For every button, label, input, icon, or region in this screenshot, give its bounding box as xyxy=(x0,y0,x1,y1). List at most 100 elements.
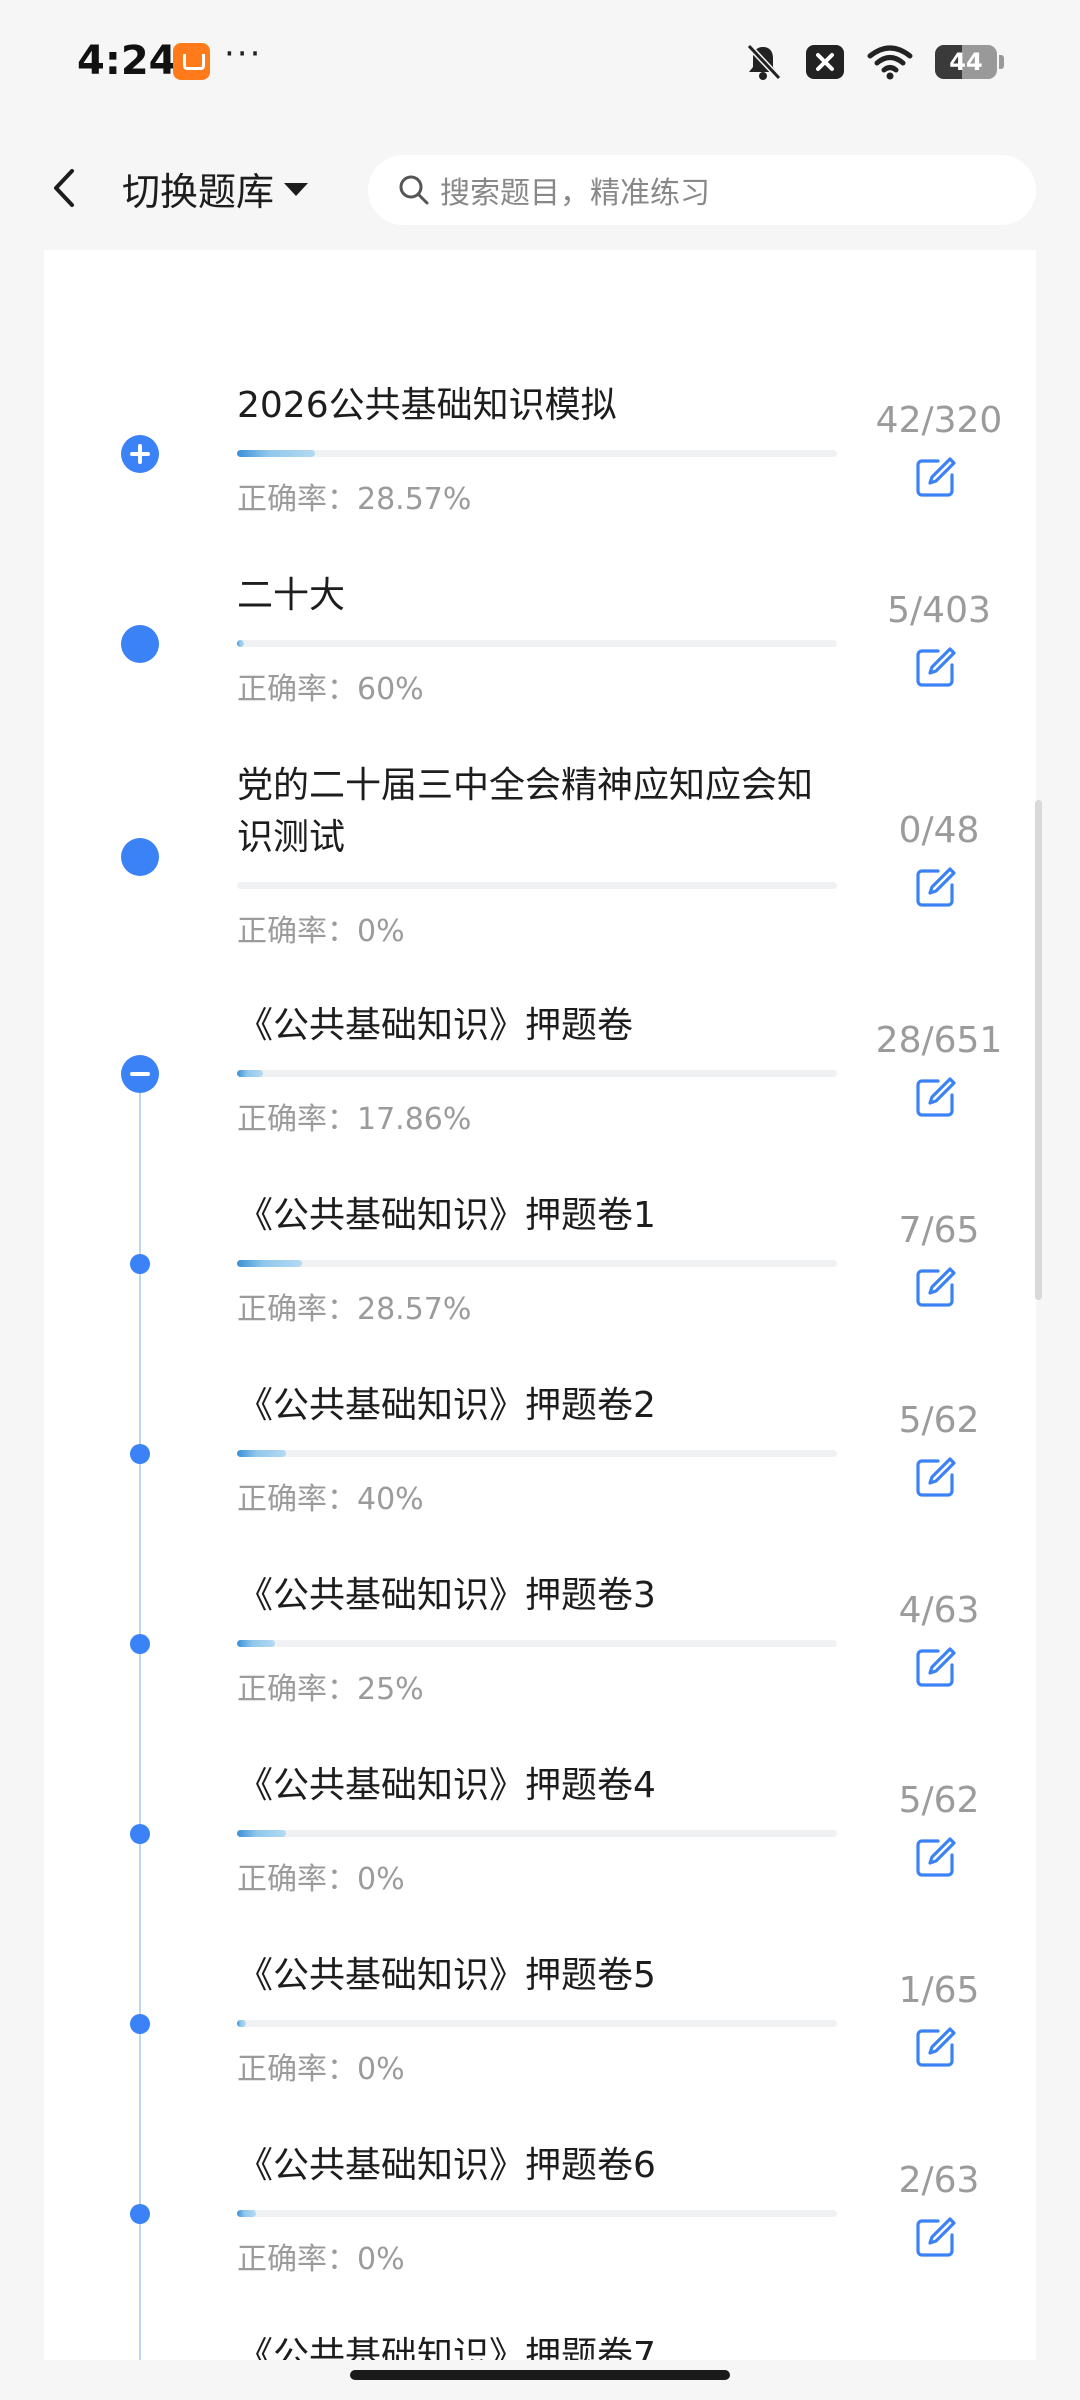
caret-down-icon xyxy=(284,182,309,196)
progress-bar xyxy=(237,1640,837,1647)
edit-icon[interactable] xyxy=(914,645,958,689)
edit-icon[interactable] xyxy=(914,1645,958,1689)
question-bank-list: 正确率：0%2026公共基础知识模拟正确率：28.57%42/320二十大正确率… xyxy=(44,250,1036,2360)
edit-icon[interactable] xyxy=(914,1075,958,1119)
wifi-icon xyxy=(867,45,913,80)
progress-fill xyxy=(237,1260,302,1267)
battery-indicator: 44 xyxy=(935,45,997,79)
accuracy-text: 正确率：17.86% xyxy=(237,1102,472,1137)
timeline-dot xyxy=(130,1254,150,1274)
item-title: 《公共基础知识》押题卷4 xyxy=(237,1765,656,1806)
progress-fill xyxy=(237,450,315,457)
collapse-icon[interactable] xyxy=(121,1055,159,1093)
accuracy-text: 正确率：0% xyxy=(237,914,405,949)
question-count: 28/651 xyxy=(875,1020,1003,1061)
timeline-dot xyxy=(130,1634,150,1654)
timeline-dot xyxy=(130,2014,150,2034)
timeline-dot xyxy=(130,1824,150,1844)
timeline-dot xyxy=(121,838,159,876)
progress-bar xyxy=(237,1450,837,1457)
question-count: 42/320 xyxy=(875,400,1003,441)
edit-icon[interactable] xyxy=(914,2215,958,2259)
progress-bar xyxy=(237,640,837,647)
accuracy-text: 正确率：0% xyxy=(237,1862,405,1897)
progress-fill xyxy=(237,1070,263,1077)
search-placeholder: 搜索题目，精准练习 xyxy=(440,176,710,211)
edit-icon[interactable] xyxy=(914,455,958,499)
progress-bar xyxy=(237,2020,837,2027)
system-icons: 44 xyxy=(743,40,1004,84)
timeline-dot xyxy=(130,2204,150,2224)
edit-icon[interactable] xyxy=(914,1835,958,1879)
accuracy-text: 正确率：60% xyxy=(237,672,424,707)
list-item[interactable]: 《公共基础知识》押题卷3 正确率：25% 4/63 xyxy=(44,1570,1036,1760)
battery-level: 44 xyxy=(949,48,983,76)
more-notifications-icon: ··· xyxy=(224,34,263,74)
progress-fill xyxy=(237,1640,275,1647)
question-count: 4/63 xyxy=(898,1590,980,1631)
item-title: 《公共基础知识》押题卷3 xyxy=(237,1575,656,1616)
progress-bar xyxy=(237,1830,837,1837)
progress-bar xyxy=(237,450,837,457)
accuracy-text: 正确率：0% xyxy=(237,2052,405,2087)
progress-bar xyxy=(237,1260,837,1267)
list-item[interactable]: 《公共基础知识》押题卷2 正确率：40% 5/62 xyxy=(44,1380,1036,1570)
question-count: 5/403 xyxy=(887,590,991,631)
question-count: 5/62 xyxy=(898,1400,980,1441)
accuracy-text: 正确率：0% xyxy=(237,2242,405,2277)
progress-fill xyxy=(237,1830,286,1837)
back-icon[interactable] xyxy=(44,163,84,213)
accuracy-text: 正确率：28.57% xyxy=(237,482,472,517)
home-indicator[interactable] xyxy=(350,2370,730,2380)
list-item[interactable]: 2026公共基础知识模拟正确率：28.57% 42/320 xyxy=(44,380,1036,570)
question-count: 2/63 xyxy=(898,2160,980,2201)
question-count: 1/65 xyxy=(898,1970,980,2011)
search-input[interactable]: 搜索题目，精准练习 xyxy=(368,155,1036,225)
scrollbar[interactable] xyxy=(1035,800,1042,1300)
edit-icon[interactable] xyxy=(914,865,958,909)
question-count: 0/48 xyxy=(898,810,980,851)
expand-icon[interactable] xyxy=(121,435,159,473)
item-title: 二十大 xyxy=(237,575,346,616)
progress-fill xyxy=(237,2210,257,2217)
list-item[interactable]: 《公共基础知识》押题卷1 正确率：28.57% 7/65 xyxy=(44,1190,1036,1380)
list-item[interactable]: 正确率：0% xyxy=(44,250,1036,350)
progress-bar xyxy=(237,1070,837,1077)
edit-icon[interactable] xyxy=(914,1455,958,1499)
shopping-app-notification-icon xyxy=(173,43,210,80)
list-item[interactable]: 党的二十届三中全会精神应知应会知识测试正确率：0% 0/48 xyxy=(44,760,1036,950)
item-title: 《公共基础知识》押题卷1 xyxy=(237,1195,656,1236)
item-title: 《公共基础知识》押题卷7 xyxy=(237,2335,656,2360)
top-nav-bar: 切换题库 搜索题目，精准练习 xyxy=(0,125,1080,250)
bell-muted-icon xyxy=(746,43,782,81)
timeline-dot xyxy=(130,1444,150,1464)
item-title: 《公共基础知识》押题卷 xyxy=(237,1005,634,1046)
close-box-icon xyxy=(806,45,844,79)
switch-question-bank-label: 切换题库 xyxy=(122,169,275,214)
progress-fill xyxy=(237,640,245,647)
item-title: 《公共基础知识》押题卷5 xyxy=(237,1955,656,1996)
list-item[interactable]: 《公共基础知识》押题卷5 正确率：0% 1/65 xyxy=(44,1950,1036,2140)
question-count: 5/62 xyxy=(898,1780,980,1821)
status-bar: 4:24 ··· 44 xyxy=(0,0,1080,125)
progress-fill xyxy=(237,1450,286,1457)
switch-question-bank-button[interactable]: 切换题库 xyxy=(122,161,309,215)
accuracy-text: 正确率：28.57% xyxy=(237,1292,472,1327)
list-item[interactable]: 《公共基础知识》押题卷4 正确率：0% 5/62 xyxy=(44,1760,1036,1950)
progress-fill xyxy=(237,2020,246,2027)
progress-bar xyxy=(237,2210,837,2217)
list-item[interactable]: 《公共基础知识》押题卷正确率：17.86% 28/651 xyxy=(44,1000,1036,1190)
edit-icon[interactable] xyxy=(914,2025,958,2069)
question-count: 7/65 xyxy=(898,1210,980,1251)
accuracy-text: 正确率：40% xyxy=(237,1482,424,1517)
status-time: 4:24 xyxy=(77,38,177,84)
item-title: 《公共基础知识》押题卷6 xyxy=(237,2145,656,2186)
edit-icon[interactable] xyxy=(914,1265,958,1309)
timeline-dot xyxy=(121,625,159,663)
list-item[interactable]: 《公共基础知识》押题卷6 正确率：0% 2/63 xyxy=(44,2140,1036,2330)
list-item[interactable]: 《公共基础知识》押题卷7 xyxy=(44,2330,1036,2360)
item-title: 2026公共基础知识模拟 xyxy=(237,385,617,426)
list-item[interactable]: 二十大正确率：60% 5/403 xyxy=(44,570,1036,760)
item-title: 党的二十届三中全会精神应知应会知识测试 xyxy=(237,765,814,858)
progress-bar xyxy=(237,882,837,889)
